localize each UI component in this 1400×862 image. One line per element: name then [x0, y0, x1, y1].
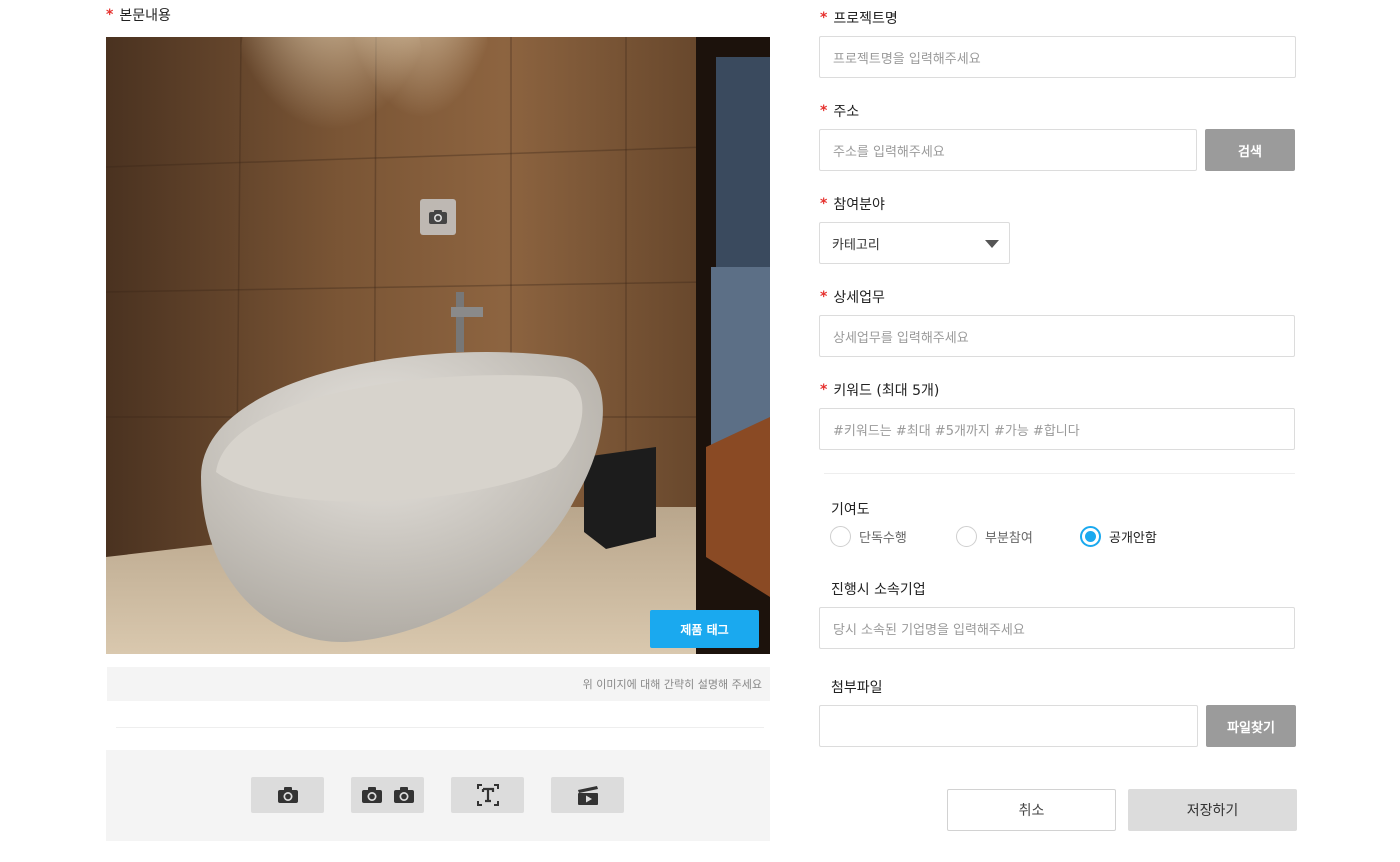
add-video-button[interactable] [551, 777, 624, 813]
radio-partial[interactable]: 부분참여 [956, 526, 1080, 547]
address-label: * 주소 [820, 103, 860, 120]
add-multi-photo-button[interactable] [351, 777, 424, 813]
bathtub-photo [106, 37, 770, 654]
address-input[interactable]: 주소를 입력해주세요 [819, 129, 1197, 171]
address-search-button[interactable]: 검색 [1205, 129, 1295, 171]
camera-icon [393, 787, 414, 803]
change-photo-camera-icon[interactable] [420, 199, 456, 235]
save-button[interactable]: 저장하기 [1128, 789, 1297, 831]
divider [116, 727, 764, 728]
radio-button-selected[interactable] [1080, 526, 1101, 547]
camera-icon [277, 787, 298, 803]
product-tag-button[interactable]: 제품 태그 [650, 610, 759, 648]
text-icon [476, 784, 499, 806]
radio-private[interactable]: 공개안함 [1080, 526, 1157, 547]
contribution-radio-group: 단독수행 부분참여 공개안함 [830, 526, 1157, 547]
detail-label: * 상세업무 [820, 289, 885, 306]
video-icon [577, 786, 598, 805]
divider [824, 473, 1295, 474]
keyword-input[interactable]: #키워드는 #최대 #5개까지 #가능 #합니다 [819, 408, 1295, 450]
body-content-label: * 본문내용 [106, 7, 171, 24]
chevron-down-icon [985, 240, 999, 248]
company-label: 진행시 소속기업 [831, 582, 926, 598]
radio-solo[interactable]: 단독수행 [830, 526, 956, 547]
cancel-button[interactable]: 취소 [947, 789, 1116, 831]
attachment-file-input[interactable] [819, 705, 1198, 747]
editor-toolbar [106, 750, 770, 841]
attachment-label: 첨부파일 [831, 680, 883, 696]
image-caption-input[interactable]: 위 이미지에 대해 간략히 설명해 주세요 [107, 667, 770, 701]
keyword-label: * 키워드 (최대 5개) [820, 382, 940, 399]
add-photo-button[interactable] [251, 777, 324, 813]
field-category-select[interactable]: 카테고리 [819, 222, 1010, 264]
radio-button[interactable] [956, 526, 977, 547]
project-name-label: * 프로젝트명 [820, 10, 898, 27]
add-text-button[interactable] [451, 777, 524, 813]
uploaded-photo[interactable] [106, 37, 770, 654]
detail-input[interactable]: 상세업무를 입력해주세요 [819, 315, 1295, 357]
company-input[interactable]: 당시 소속된 기업명을 입력해주세요 [819, 607, 1295, 649]
field-label: * 참여분야 [820, 196, 885, 213]
radio-button[interactable] [830, 526, 851, 547]
project-name-input[interactable]: 프로젝트명을 입력해주세요 [819, 36, 1296, 78]
contribution-label: 기여도 [831, 502, 870, 518]
find-file-button[interactable]: 파일찾기 [1206, 705, 1296, 747]
camera-icon [361, 787, 382, 803]
